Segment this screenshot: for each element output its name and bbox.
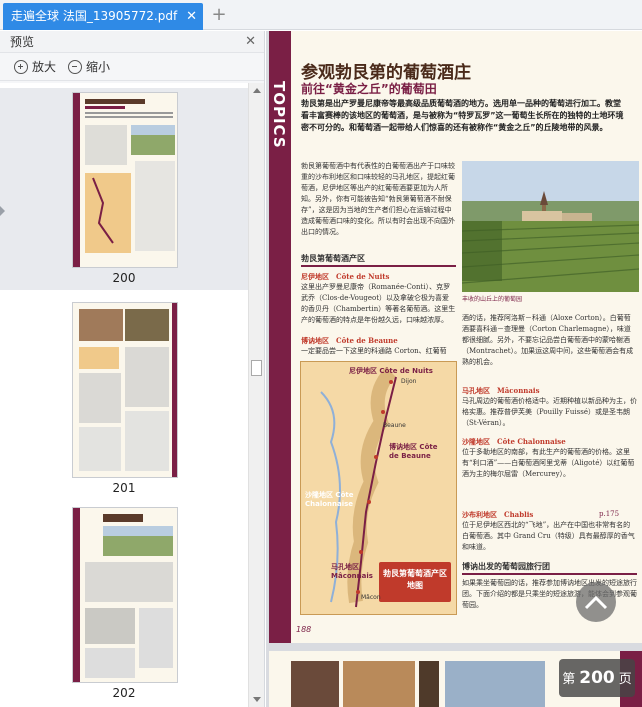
topics-strip: TOPICS <box>269 31 291 643</box>
map-label-beaune-region: 博讷地区 Côte de Beaune <box>389 443 438 460</box>
map-title: 勃艮第葡萄酒产区地图 <box>383 569 447 590</box>
thumbnail-image <box>72 302 178 478</box>
tab-title: 走遍全球 法国_13905772.pdf <box>11 9 178 23</box>
preview-panel-title: 预览 <box>10 35 35 49</box>
region-nuits-heading: 尼伊地区 Côte de Nuits <box>301 272 390 281</box>
region-chalonnaise-text: 位于多勒地区的南部，有此生产的葡萄酒的价格。这里有“利口酒”——白葡萄酒阿里戈蒂… <box>462 448 635 478</box>
scroll-to-top-button[interactable] <box>576 582 616 622</box>
thumbnail-page-number: 200 <box>112 271 136 285</box>
map-label-beaune: Beaune <box>383 422 406 429</box>
region-maconnais-heading: 马孔地区 Mâconnais <box>462 386 540 395</box>
photo-caption: 丰收的山丘上的葡萄园 <box>462 296 523 303</box>
map-label-nuits: 尼伊地区 Côte de Nuits <box>349 367 433 375</box>
preview-panel: 预览 ✕ 放大 缩小 200 201 202 <box>0 31 265 707</box>
zoom-in-label: 放大 <box>32 60 57 74</box>
wine-region-map: 尼伊地区 Côte de Nuits Dijon 博讷地区 Côte de Be… <box>300 361 457 615</box>
section-tour-heading: 博讷出发的葡萄园旅行团 <box>462 561 637 575</box>
thumbnail-scrollbar[interactable] <box>248 83 264 707</box>
thumbnail-page-200[interactable]: 200 <box>0 88 248 290</box>
region-chalonnaise-heading: 沙隆地区 Côte Chalonnaise <box>462 437 566 446</box>
page-indicator-suffix: 页 <box>618 672 632 687</box>
close-icon[interactable]: ✕ <box>186 3 197 30</box>
close-panel-icon[interactable]: ✕ <box>245 31 256 53</box>
article-intro: 勃艮第是出产罗曼尼康帝等最高级品质葡萄酒的地方。选用单一品种的葡萄进行加工。教堂… <box>301 99 624 132</box>
thumbnail-page-201[interactable]: 201 <box>0 298 248 500</box>
zoom-in-icon <box>14 59 28 74</box>
region-chablis-text: 位于尼伊地区西北的“飞地”，出产在中国也非常有名的白葡萄酒。其中 Grand C… <box>462 521 635 551</box>
map-label-maconnais: 马孔地区 Mâconnais <box>331 563 373 580</box>
region-beaune-heading: 博讷地区 Côte de Beaune <box>301 336 398 345</box>
new-tab-button[interactable]: + <box>208 3 230 27</box>
region-maconnais-text: 马孔周边的葡萄酒价格适中。近期种植以新品种为主，价格实惠。推荐普伊芙美（Poui… <box>462 397 637 427</box>
pdf-reader-window: 走遍全球 法国_13905772.pdf ✕ + 预览 ✕ 放大 缩小 200 … <box>0 0 642 707</box>
preview-panel-header: 预览 ✕ <box>0 31 264 53</box>
printed-page-number: 188 <box>296 625 312 634</box>
chevron-up-icon <box>584 595 608 610</box>
region-beaune-text: 一定要品尝一下这里的科通路 Corton、红葡萄 <box>301 347 447 355</box>
zoom-out-label: 缩小 <box>86 60 111 74</box>
article-subheadline: 前往“黄金之丘”的葡萄田 <box>301 82 437 96</box>
thumbnail-page-number: 201 <box>112 481 136 495</box>
map-label-macon: Mâcon <box>361 594 381 601</box>
scrollbar-thumb[interactable] <box>251 360 262 376</box>
page-indicator-current: 200 <box>579 668 615 688</box>
body-text-right: 酒的话，推荐阿洛斯－科通（Aloxe Corton）。白葡萄酒要喜科通－查理曼（… <box>462 314 634 366</box>
region-chablis-ref: p.175 <box>599 510 620 518</box>
pdf-page: TOPICS 参观勃艮第的葡萄酒庄 前往“黄金之丘”的葡萄田 勃艮第是出产罗曼尼… <box>269 31 642 643</box>
document-tab[interactable]: 走遍全球 法国_13905772.pdf ✕ <box>3 3 203 30</box>
region-nuits-text: 这里出产罗曼尼康帝（Romanée-Conti）、克罗武乔（Clos-de-Vo… <box>301 283 456 324</box>
thumbnail-page-number: 202 <box>112 686 136 700</box>
panel-collapse-icon[interactable] <box>0 206 5 216</box>
thumbnail-image <box>72 92 178 268</box>
zoom-toolbar: 放大 缩小 <box>0 53 264 81</box>
tab-bar: 走遍全球 法国_13905772.pdf ✕ + <box>0 0 642 30</box>
thumbnail-list: 200 201 202 <box>0 83 248 707</box>
section-production-heading: 勃艮第葡萄酒产区 <box>301 253 456 267</box>
zoom-in-button[interactable]: 放大 <box>14 58 56 75</box>
topics-label: TOPICS <box>270 81 288 149</box>
thumbnail-image <box>72 507 178 683</box>
scroll-up-icon[interactable] <box>253 88 261 93</box>
zoom-out-button[interactable]: 缩小 <box>68 58 110 75</box>
map-label-chalonnaise: 沙隆地区 Côte Chalonnaise <box>305 491 354 508</box>
thumbnail-page-202[interactable]: 202 <box>0 503 248 705</box>
vineyard-photo <box>462 161 639 292</box>
page-indicator-prefix: 第 <box>562 672 576 687</box>
body-text-left: 勃艮第葡萄酒中有代表性的白葡萄酒出产于口味较重的沙布利地区和口味较轻的马孔地区，… <box>301 162 455 236</box>
zoom-out-icon <box>68 59 83 74</box>
region-chablis-heading: 沙布利地区 Chablis <box>462 510 534 519</box>
map-label-dijon: Dijon <box>401 378 417 385</box>
scroll-down-icon[interactable] <box>253 697 261 702</box>
page-indicator: 第 200 页 <box>559 659 635 697</box>
